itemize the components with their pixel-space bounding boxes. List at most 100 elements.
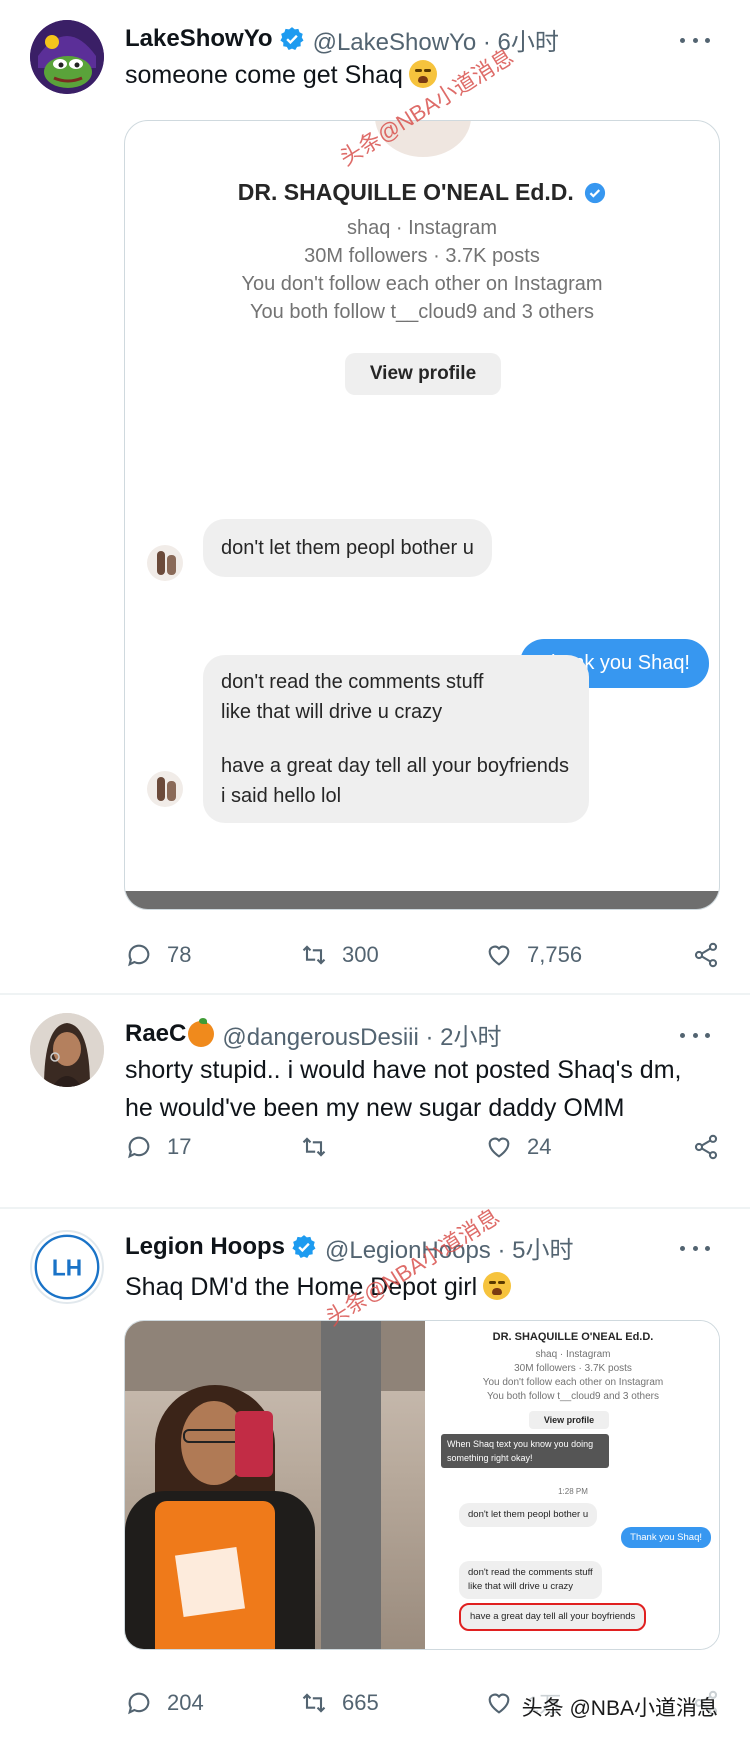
sender-avatar (147, 545, 183, 581)
tweet-text-content: Shaq DM'd the Home Depot girl (125, 1273, 478, 1301)
handle-and-time[interactable]: @LakeShowYo · 6小时 (313, 22, 559, 57)
embedded-dm-screenshot: DR. SHAQUILLE O'NEAL Ed.D. shaq · Instag… (425, 1321, 719, 1649)
tweet-actions: 204 665 1万 (125, 1683, 720, 1723)
shot-view-profile: View profile (529, 1411, 609, 1429)
shot-message-3-line: don't read the comments stuff (468, 1567, 593, 1578)
reply-icon (128, 944, 150, 967)
share-button[interactable] (692, 1127, 720, 1167)
tweet-raec[interactable]: RaeC @dangerousDesiii · 2小时 shorty stupi… (0, 995, 750, 1205)
view-profile-button[interactable]: View profile (345, 353, 501, 395)
ig-profile-name-text: DR. SHAQUILLE O'NEAL Ed.D. (237, 179, 574, 205)
legion-hoops-logo: LH (34, 1234, 100, 1300)
ig-verified-icon (585, 182, 606, 204)
tweet-header: RaeC @dangerousDesiii · 2小时 (125, 1017, 502, 1051)
tweet-lakeshowyo[interactable]: LakeShowYo @LakeShowYo · 6小时 someone com… (0, 0, 750, 968)
avatar[interactable] (30, 1013, 104, 1087)
heart-icon (488, 1137, 510, 1158)
share-button[interactable] (692, 1683, 720, 1723)
reply-icon (128, 1692, 150, 1715)
retweet-button[interactable] (300, 1127, 342, 1167)
reply-icon (128, 1136, 150, 1159)
display-name[interactable]: LakeShowYo (125, 25, 273, 53)
reply-count: 17 (167, 1134, 192, 1159)
shot-mutual: You both follow t__cloud9 and 3 others (487, 1391, 659, 1402)
tweet-media-image[interactable]: DR. SHAQUILLE O'NEAL Ed.D. shaq · Instag… (124, 1320, 720, 1650)
shot-message-3-line: like that will drive u crazy (468, 1581, 574, 1592)
dm-message-3-line: i said hello lol (221, 785, 342, 807)
ig-stats: 30M followers · 3.7K posts (304, 245, 540, 267)
dm-message-3: don't read the comments stuff like that … (203, 655, 589, 823)
avatar[interactable] (30, 20, 104, 94)
retweet-button[interactable]: 300 (300, 935, 379, 975)
display-name[interactable]: Legion Hoops (125, 1233, 285, 1261)
reply-count: 204 (167, 1690, 204, 1715)
tweet-text: shorty stupid.. i would have not posted … (125, 1051, 681, 1127)
more-options-icon[interactable] (680, 1238, 710, 1258)
retweet-icon (302, 1693, 326, 1713)
tweet-text-line: shorty stupid.. i would have not posted … (125, 1056, 682, 1084)
retweet-icon (302, 1137, 326, 1157)
shot-handle: shaq · Instagram (535, 1349, 611, 1360)
reply-button[interactable]: 17 (125, 1127, 191, 1167)
handle-and-time[interactable]: @LegionHoops · 5小时 (325, 1230, 573, 1265)
shot-message-3: don't read the comments stuff like that … (459, 1561, 602, 1599)
like-button[interactable]: 7,756 (485, 935, 582, 975)
ig-mutual: You both follow t__cloud9 and 3 others (250, 301, 594, 323)
tweet-divider (0, 1207, 750, 1209)
retweet-icon (302, 945, 326, 965)
watermark: 头条@NBA小道消息 (321, 1203, 504, 1331)
home-depot-selfie-photo (125, 1321, 425, 1649)
like-button[interactable]: 1万 (485, 1683, 561, 1723)
tweet-header: Legion Hoops @LegionHoops · 5小时 (125, 1230, 573, 1264)
instagram-dm-screenshot[interactable]: DR. SHAQUILLE O'NEAL Ed.D. shaq · Instag… (124, 120, 720, 910)
tweet-actions: 17 24 (125, 1127, 720, 1167)
more-options-icon[interactable] (680, 30, 710, 50)
shot-caption-line: something right okay! (447, 1453, 533, 1463)
like-count: 1万 (527, 1692, 562, 1717)
reply-button[interactable]: 78 (125, 935, 191, 975)
verified-badge-icon (280, 27, 304, 51)
share-icon (694, 1134, 718, 1160)
retweet-button[interactable]: 665 (300, 1683, 379, 1723)
dm-message-3-line: have a great day tell all your boyfriend… (221, 755, 569, 777)
like-count: 7,756 (527, 942, 583, 967)
dm-message-3-line: like that will drive u crazy (221, 701, 443, 723)
display-name[interactable]: RaeC (125, 1020, 186, 1048)
retweet-count: 300 (342, 942, 379, 967)
shot-message-1: don't let them peopl bother u (459, 1503, 598, 1527)
shot-profile-name: DR. SHAQUILLE O'NEAL Ed.D. (492, 1331, 654, 1343)
reply-button[interactable]: 204 (125, 1683, 204, 1723)
card-bottom-bar (125, 891, 719, 909)
heart-icon (488, 945, 510, 966)
pepe-avatar-image (30, 20, 104, 94)
avatar[interactable]: LH (30, 1230, 104, 1304)
reply-count: 78 (167, 942, 192, 967)
ig-profile-name: DR. SHAQUILLE O'NEAL Ed.D. (125, 179, 719, 206)
tweet-text: someone come get Shaq (125, 56, 437, 94)
like-button[interactable]: 24 (485, 1127, 551, 1167)
sender-avatar (147, 771, 183, 807)
more-options-icon[interactable] (680, 1025, 710, 1045)
retweet-count: 665 (342, 1690, 379, 1715)
verified-badge-icon (292, 1235, 316, 1259)
share-icon (694, 942, 718, 968)
shot-stats: 30M followers · 3.7K posts (514, 1363, 632, 1374)
ig-handle: shaq · Instagram (346, 217, 498, 239)
tangerine-icon (188, 1018, 215, 1047)
shot-reply: Thank you Shaq! (621, 1527, 711, 1548)
share-button[interactable] (692, 935, 720, 975)
footer-watermark: 头条 @NBA小道消息 (515, 1690, 724, 1724)
tweet-actions: 78 300 7,756 (125, 935, 720, 975)
svg-text:LH: LH (52, 1255, 82, 1281)
dm-message-1: don't let them peopl bother u (203, 519, 492, 577)
shot-time: 1:28 PM (558, 1487, 588, 1496)
shot-message-4: have a great day tell all your boyfriend… (459, 1603, 647, 1631)
shot-follow-note: You don't follow each other on Instagram (482, 1377, 664, 1388)
like-count: 24 (527, 1134, 552, 1159)
handle-and-time[interactable]: @dangerousDesiii · 2小时 (222, 1017, 501, 1052)
raec-avatar-image (30, 1013, 104, 1087)
shot-caption: When Shaq text you know you doing someth… (441, 1434, 609, 1468)
dm-message-3-line: don't read the comments stuff (221, 671, 484, 693)
tweet-text-line: he would've been my new sugar daddy OMM (125, 1094, 625, 1122)
shot-caption-line: When Shaq text you know you doing (447, 1439, 594, 1449)
